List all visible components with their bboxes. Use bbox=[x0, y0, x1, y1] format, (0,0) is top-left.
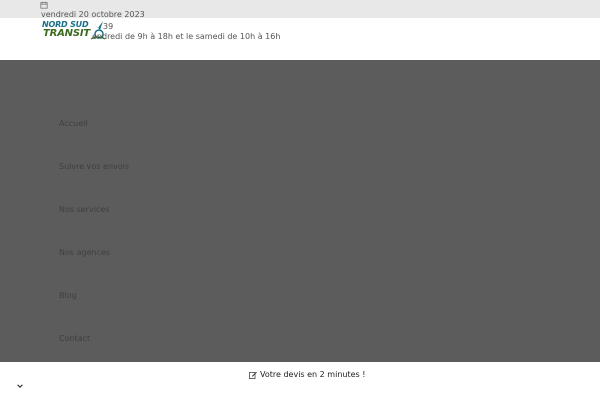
phone-number: 39 bbox=[103, 22, 114, 31]
edit-icon bbox=[249, 371, 257, 379]
bottom-bar: Votre devis en 2 minutes ! bbox=[0, 362, 600, 400]
top-info-bar: vendredi 20 octobre 2023 bbox=[0, 0, 600, 19]
quote-cta-button[interactable]: Votre devis en 2 minutes ! bbox=[249, 370, 365, 379]
quote-cta-label: Votre devis en 2 minutes ! bbox=[260, 370, 366, 379]
calendar-icon bbox=[40, 1, 48, 9]
mobile-menu-overlay[interactable]: Accueil Suivre vos envois Nos services N… bbox=[0, 60, 600, 362]
opening-hours: endredi de 9h à 18h et le samedi de 10h … bbox=[92, 32, 281, 41]
menu-item-blog[interactable]: Blog bbox=[59, 291, 77, 300]
menu-item-contact[interactable]: Contact bbox=[59, 334, 90, 343]
menu-item-suivre-envois[interactable]: Suivre vos envois bbox=[59, 162, 129, 171]
menu-item-services[interactable]: Nos services bbox=[59, 205, 109, 214]
logo-text-line2: TRANSIT bbox=[43, 28, 90, 39]
chevron-down-icon[interactable] bbox=[16, 382, 24, 390]
menu-item-agences[interactable]: Nos agences bbox=[59, 248, 110, 257]
menu-item-accueil[interactable]: Accueil bbox=[59, 119, 88, 128]
site-header: NORD SUD TRANSIT 39 endredi de 9h à 18h … bbox=[0, 18, 600, 60]
